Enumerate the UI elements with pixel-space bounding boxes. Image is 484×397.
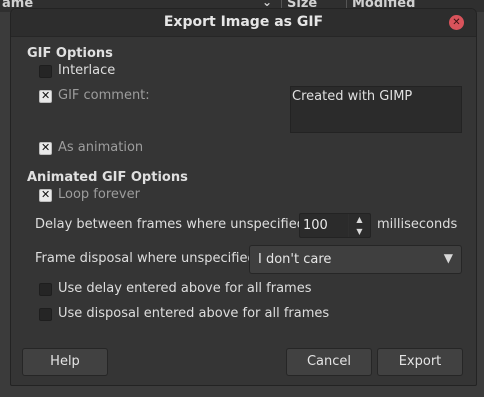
use-delay-label[interactable]: Use delay entered above for all frames	[58, 281, 312, 296]
close-icon[interactable]: ✕	[449, 15, 464, 30]
chevron-down-icon: ▼	[443, 251, 453, 265]
loop-forever-checkbox[interactable]	[39, 188, 52, 202]
increment-icon[interactable]: ▲	[349, 214, 370, 225]
use-disposal-label[interactable]: Use disposal entered above for all frame…	[58, 306, 329, 321]
export-button[interactable]: Export	[377, 348, 463, 376]
use-disposal-checkbox[interactable]	[39, 308, 52, 321]
frame-disposal-dropdown[interactable]: I don't care ▼	[249, 245, 462, 274]
delay-stepper: ▲ ▼	[348, 214, 370, 237]
gif-comment-textarea[interactable]: Created with GIMP	[290, 86, 462, 133]
loop-forever-label[interactable]: Loop forever	[58, 187, 140, 202]
delay-label: Delay between frames where unspecified:	[35, 217, 310, 232]
decrement-icon[interactable]: ▼	[349, 226, 370, 237]
gif-options-heading: GIF Options	[27, 46, 113, 61]
as-animation-checkbox[interactable]	[39, 141, 52, 155]
cancel-button[interactable]: Cancel	[286, 348, 372, 376]
disposal-label: Frame disposal where unspecified:	[35, 251, 261, 266]
frame-disposal-value: I don't care	[258, 252, 332, 267]
dialog-title: Export Image as GIF	[163, 14, 324, 30]
delay-value[interactable]: 100	[303, 218, 328, 233]
gif-comment-label[interactable]: GIF comment:	[58, 88, 150, 103]
export-gif-dialog: Export Image as GIF ✕ GIF Options Interl…	[10, 8, 477, 386]
as-animation-label[interactable]: As animation	[58, 140, 143, 155]
gif-comment-checkbox[interactable]	[39, 89, 52, 103]
dialog-titlebar[interactable]: Export Image as GIF ✕	[11, 9, 476, 37]
animated-options-heading: Animated GIF Options	[27, 170, 188, 185]
delay-unit-label: milliseconds	[377, 217, 458, 232]
help-button[interactable]: Help	[22, 348, 108, 376]
interlace-checkbox[interactable]	[39, 65, 52, 78]
use-delay-checkbox[interactable]	[39, 283, 52, 296]
delay-spinbutton[interactable]: 100 ▲ ▼	[299, 213, 371, 238]
interlace-label[interactable]: Interlace	[58, 63, 115, 78]
